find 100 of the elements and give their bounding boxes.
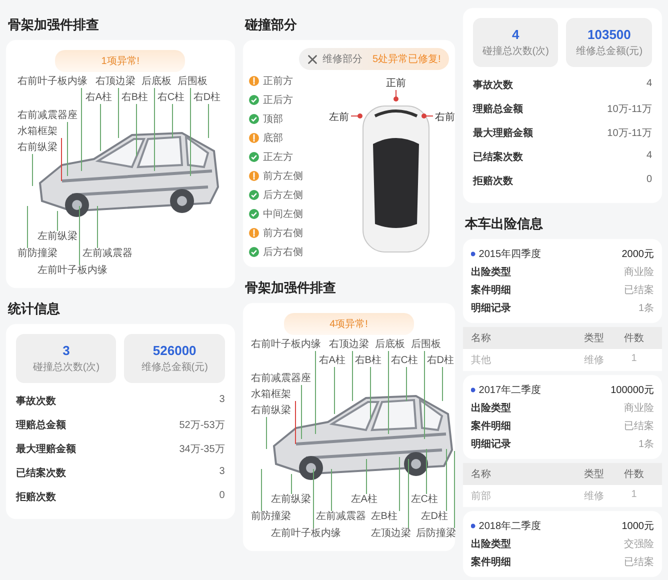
claim-period: 2018年二季度 (470, 519, 542, 533)
claim-field-label: 案件明细 (470, 419, 511, 433)
claim-field-label: 案件明细 (470, 283, 511, 297)
part-label: 前防撞梁 (17, 248, 58, 260)
claim-field-label: 案件明细 (470, 555, 511, 569)
stat-label: 事故次数 (16, 394, 56, 408)
stat-value: 4 (512, 27, 520, 42)
section-title: 骨架加强件排查 (8, 16, 100, 34)
part-label: 左前纵梁 (270, 494, 311, 506)
part-label: 右C柱 (157, 92, 185, 104)
anomaly-badge: 4项异常! (284, 313, 414, 335)
section-title: 本车出险信息 (464, 215, 544, 233)
section-title: 骨架加强件排查 (244, 279, 337, 297)
stat-label: 已结案次数 (472, 150, 523, 164)
claim-field-value: 已结案 (624, 420, 654, 433)
stat-value: 4 (646, 78, 652, 91)
part-label: 右C柱 (390, 355, 418, 367)
stat-caption: 维修总金额(元) (576, 44, 643, 58)
impact-marker-icon (420, 113, 433, 119)
part-label: 右顶边梁 (95, 76, 136, 88)
stat-label: 最大理赔金额 (16, 442, 76, 456)
part-label: 后防撞梁 (416, 528, 456, 540)
part-label: 右前纵梁 (17, 142, 58, 154)
claim-field-value: 已结案 (624, 556, 654, 569)
part-label: 左前减震器 (316, 511, 366, 523)
part-label: 左顶边梁 (370, 528, 411, 540)
collision-area-label: 前方左侧 (262, 170, 303, 183)
collision-area-label: 后方右侧 (262, 246, 303, 259)
part-label: 左B柱 (370, 511, 398, 523)
part-label: 右前叶子板内缘 (250, 339, 321, 351)
part-label: 水箱框架 (17, 126, 58, 138)
stat-value: 52万-53万 (179, 419, 225, 432)
stat-caption: 碰撞总次数(次) (32, 360, 100, 374)
claim-period: 2017年二季度 (470, 383, 542, 397)
column-header: 类型 (583, 332, 605, 345)
claim-amount: 1000元 (622, 520, 654, 533)
claim-period: 2015年四季度 (470, 247, 542, 261)
stat-label: 拒赔次数 (472, 174, 513, 188)
table-cell-text: 1 (630, 353, 638, 366)
part-label: 后底板 (374, 339, 405, 351)
stat-value: 0 (219, 490, 225, 503)
part-label: 左A柱 (350, 494, 378, 506)
stat-label: 理赔总金额 (472, 102, 523, 116)
table-cell-text: 维修 (583, 354, 605, 367)
stat-value: 526000 (152, 343, 196, 358)
column-header: 件数 (623, 468, 645, 481)
stat-value: 34万-35万 (179, 443, 225, 456)
part-label: 右前叶子板内缘 (17, 76, 88, 88)
collision-area-label: 正左方 (262, 150, 293, 164)
stat-label: 理赔总金额 (16, 418, 66, 432)
part-label: 前防撞梁 (250, 511, 291, 523)
table-cell-text: 1 (630, 489, 638, 502)
claim-field-value: 交强险 (624, 538, 654, 551)
part-label: 左D柱 (420, 511, 448, 523)
claim-field-label: 出险类型 (470, 402, 511, 415)
part-label: 左前叶子板内缘 (270, 528, 341, 540)
part-label: 右前纵梁 (250, 405, 291, 417)
table-cell-text: 其他 (470, 354, 492, 367)
claim-amount: 2000元 (622, 248, 654, 261)
claim-field-label: 出险类型 (470, 538, 511, 551)
claim-field-label: 出险类型 (470, 266, 511, 279)
point-label: 右前 (434, 111, 455, 124)
claim-field-value: 商业险 (624, 402, 654, 415)
part-label: 水箱框架 (250, 389, 291, 401)
part-label: 左前纵梁 (37, 231, 78, 243)
part-label: 右D柱 (193, 92, 221, 104)
collision-area-label: 底部 (262, 132, 283, 145)
table-cell-text: 维修 (583, 490, 605, 503)
claim-amount: 100000元 (610, 384, 654, 397)
claim-field-label: 明细记录 (470, 302, 511, 315)
claim-field-value: 已结案 (624, 284, 654, 297)
stat-value: 4 (646, 150, 652, 163)
impact-marker-icon (392, 90, 399, 102)
point-label: 正前 (386, 77, 406, 90)
stat-value: 10万-11万 (607, 127, 652, 140)
part-label: 右前减震器座 (250, 373, 311, 385)
collision-area-label: 中间左侧 (262, 208, 303, 221)
stat-value: 0 (646, 174, 652, 187)
anomaly-badge: 1项异常! (55, 50, 186, 72)
stat-caption: 维修总金额(元) (141, 360, 208, 374)
part-label: 右B柱 (121, 92, 148, 104)
section-title: 统计信息 (8, 300, 61, 318)
collision-area-label: 正后方 (262, 94, 293, 107)
claim-field-label: 明细记录 (470, 438, 511, 451)
claim-field-value: 1条 (638, 438, 654, 451)
part-label: 左前叶子板内缘 (37, 265, 108, 277)
part-label: 右D柱 (426, 355, 454, 367)
stat-value: 3 (219, 466, 225, 479)
part-label: 左C柱 (410, 494, 438, 506)
part-label: 后底板 (141, 76, 172, 88)
stat-caption: 碰撞总次数(次) (482, 44, 549, 58)
repair-label: 维修部分 (322, 52, 362, 66)
part-label: 右前减震器座 (17, 110, 78, 122)
column-header: 件数 (623, 332, 645, 345)
part-label: 右B柱 (354, 355, 382, 367)
part-label: 后围板 (410, 339, 441, 351)
table-cell-text: 前部 (470, 490, 492, 503)
part-label: 右A柱 (85, 92, 112, 104)
point-label: 左前 (328, 111, 349, 124)
stat-label: 拒赔次数 (16, 490, 56, 504)
